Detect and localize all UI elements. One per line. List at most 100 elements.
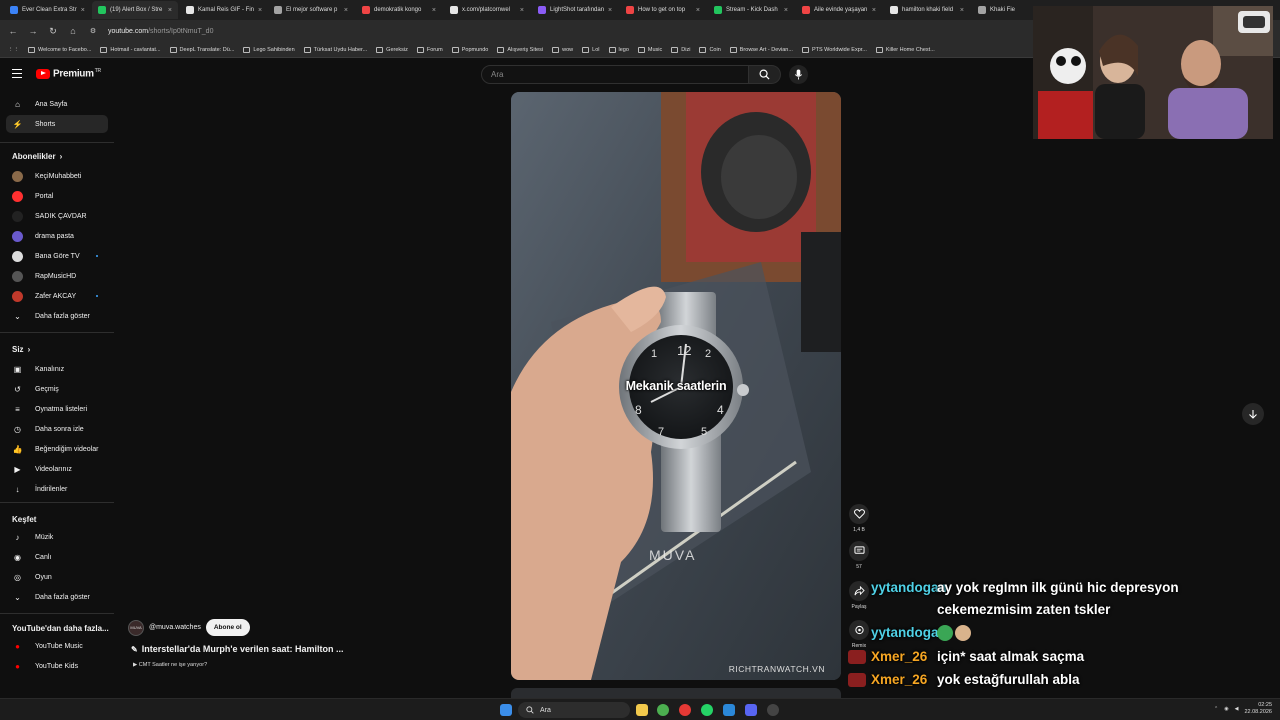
discord-icon[interactable]	[745, 704, 757, 716]
browser-tab[interactable]: hamilton khaki field ×	[884, 1, 970, 19]
browser-tab[interactable]: (19) Alert Box / Stre ×	[92, 1, 178, 19]
subscription-item[interactable]: drama pasta	[6, 227, 108, 245]
bookmark-item[interactable]: Coin	[699, 46, 721, 53]
sidebar-item-playlist[interactable]: ≡ Oynatma listeleri	[6, 400, 108, 418]
browser-tab[interactable]: Stream - Kick Dash ×	[708, 1, 794, 19]
bookmark-item[interactable]: Lego Sahibinden	[243, 46, 295, 53]
back-icon[interactable]: ←	[8, 26, 18, 36]
browser-tab[interactable]: Ever Clean Extra Str ×	[4, 1, 90, 19]
subscription-item[interactable]: KeçiMuhabbeti	[6, 167, 108, 185]
bookmark-item[interactable]: Alışveriş Sitesi	[497, 46, 543, 53]
hamburger-menu-icon[interactable]	[12, 69, 22, 78]
subscription-item[interactable]: RapMusicHD	[6, 267, 108, 285]
search-input[interactable]: Ara	[481, 65, 749, 84]
sidebar-item-account[interactable]: ▣ Kanalınız	[6, 360, 108, 378]
bookmark-item[interactable]: Popmundo	[451, 46, 488, 53]
bookmark-item[interactable]: Killer Home Chest...	[875, 46, 935, 53]
bookmark-item[interactable]: Türksat Uydu Haber...	[303, 46, 367, 53]
whatsapp-icon[interactable]	[701, 704, 713, 716]
obs-icon[interactable]	[767, 704, 779, 716]
channel-name[interactable]: @muva.watches	[149, 624, 201, 631]
bookmark-item[interactable]: Music	[637, 46, 662, 53]
tab-close-icon[interactable]: ×	[784, 7, 788, 14]
chrome-icon[interactable]	[657, 704, 669, 716]
explore-header[interactable]: Keşfet	[12, 515, 36, 524]
youtube-logo[interactable]: PremiumTR	[36, 68, 101, 79]
browser-tab[interactable]: demokratik kongo ×	[356, 1, 442, 19]
tab-close-icon[interactable]: ×	[432, 7, 436, 14]
tab-close-icon[interactable]: ×	[872, 7, 876, 14]
browser-tab[interactable]: x.com/platcornwel ×	[444, 1, 530, 19]
youtube-app-item[interactable]: ● YouTube Music	[6, 637, 108, 655]
bookmark-item[interactable]: Welcome to Facebo...	[28, 46, 91, 53]
comments-button[interactable]	[849, 541, 869, 561]
app-icon[interactable]	[723, 704, 735, 716]
tab-close-icon[interactable]: ×	[168, 7, 172, 14]
subscription-item[interactable]: Zafer AKCAY	[6, 287, 108, 305]
bookmark-item[interactable]: Gereksiz	[376, 46, 408, 53]
like-action[interactable]: 1,4 B	[848, 504, 870, 533]
youtube-app-item[interactable]: ● YouTube Kids	[6, 657, 108, 675]
bookmark-item[interactable]: DeepL Translate: Dü...	[169, 46, 234, 53]
tray-chevron-icon[interactable]: ⌃	[1214, 706, 1218, 712]
bookmark-item[interactable]: wow	[552, 46, 573, 53]
sidebar-item-video[interactable]: ▶ Videolarınız	[6, 460, 108, 478]
clock[interactable]: 02:25 22.08.2026	[1244, 702, 1272, 716]
search-button[interactable]	[749, 65, 781, 84]
sidebar-item-download[interactable]: ↓ İndirilenler	[6, 480, 108, 498]
bookmark-item[interactable]: Hotmail - cavlantat...	[100, 46, 161, 53]
reload-icon[interactable]: ↻	[48, 26, 58, 37]
tab-close-icon[interactable]: ×	[696, 7, 700, 14]
shorts-video-player[interactable]: 12 8 4 1 2 7 5 MUVA Mekanik saatlerin RI…	[511, 92, 841, 680]
site-info-icon[interactable]: ⚙	[88, 27, 98, 35]
sidebar-item-shorts[interactable]: ⚡ Shorts	[6, 115, 108, 133]
next-short-preview[interactable]	[511, 688, 841, 698]
bookmark-item[interactable]: lego	[608, 46, 629, 53]
browser-tab[interactable]: El mejor software p ×	[268, 1, 354, 19]
network-icon[interactable]: ◉	[1224, 706, 1228, 712]
next-video-button[interactable]	[1242, 403, 1264, 425]
sidebar-item-history[interactable]: ↺ Geçmiş	[6, 380, 108, 398]
video-title[interactable]: ✎ Interstellar'da Murph'e verilen saat: …	[131, 644, 344, 654]
browser-tab[interactable]: Kamal Reis GIF - Fin ×	[180, 1, 266, 19]
like-button[interactable]	[849, 504, 869, 524]
subscription-item[interactable]: Bana Göre TV	[6, 247, 108, 265]
sidebar-item-home[interactable]: ⌂ Ana Sayfa	[6, 95, 108, 113]
tab-close-icon[interactable]: ×	[608, 7, 612, 14]
sidebar-item-live[interactable]: ◉ Canlı	[6, 548, 108, 566]
sidebar-item-like[interactable]: 👍 Beğendiğim videolar	[6, 440, 108, 458]
subscription-item[interactable]: SADIK ÇAVDAR	[6, 207, 108, 225]
tab-close-icon[interactable]: ×	[520, 7, 524, 14]
file-explorer-icon[interactable]	[636, 704, 648, 716]
sidebar-item-music[interactable]: ♪ Müzik	[6, 528, 108, 546]
bookmark-item[interactable]: Forum	[416, 46, 443, 53]
tab-close-icon[interactable]: ×	[960, 7, 964, 14]
sidebar-item-clock[interactable]: ◷ Daha sonra izle	[6, 420, 108, 438]
home-icon[interactable]: ⌂	[68, 26, 78, 36]
show-more-subscriptions[interactable]: ⌄ Daha fazla göster	[6, 307, 108, 325]
subscription-item[interactable]: Portal	[6, 187, 108, 205]
more-from-youtube-header[interactable]: YouTube'dan daha fazla...	[12, 624, 109, 633]
subscribe-button[interactable]: Abone ol	[205, 619, 250, 636]
voice-search-button[interactable]	[789, 65, 808, 84]
bookmark-item[interactable]: Browse Art - Devian...	[729, 46, 793, 53]
you-header[interactable]: Siz ›	[12, 345, 30, 354]
comments-action[interactable]: 57	[848, 541, 870, 570]
show-more-explore[interactable]: ⌄ Daha fazla göster	[6, 588, 108, 606]
tab-close-icon[interactable]: ×	[81, 7, 85, 14]
apps-grid-icon[interactable]: ⋮⋮	[8, 47, 19, 53]
sidebar-item-gamepad[interactable]: ◎ Oyun	[6, 568, 108, 586]
subscriptions-header[interactable]: Abonelikler ›	[12, 152, 62, 161]
forward-icon[interactable]: →	[28, 26, 38, 36]
opera-icon[interactable]	[679, 704, 691, 716]
tab-close-icon[interactable]: ×	[258, 7, 262, 14]
url-field[interactable]: youtube.com/shorts/Ip0tNmuT_d0	[108, 28, 213, 35]
bookmark-item[interactable]: Dizi	[671, 46, 690, 53]
volume-icon[interactable]: ◀	[1235, 706, 1239, 712]
taskbar-search[interactable]: Ara	[518, 702, 630, 718]
browser-tab[interactable]: Aile evinde yaşayan ×	[796, 1, 882, 19]
start-icon[interactable]	[500, 704, 512, 716]
bookmark-item[interactable]: Lol	[582, 46, 600, 53]
bookmark-item[interactable]: PTS Worldwide Expr...	[801, 46, 867, 53]
suggested-video-link[interactable]: ▶ CMT Saatler ne işe yarıyor?	[133, 662, 207, 668]
